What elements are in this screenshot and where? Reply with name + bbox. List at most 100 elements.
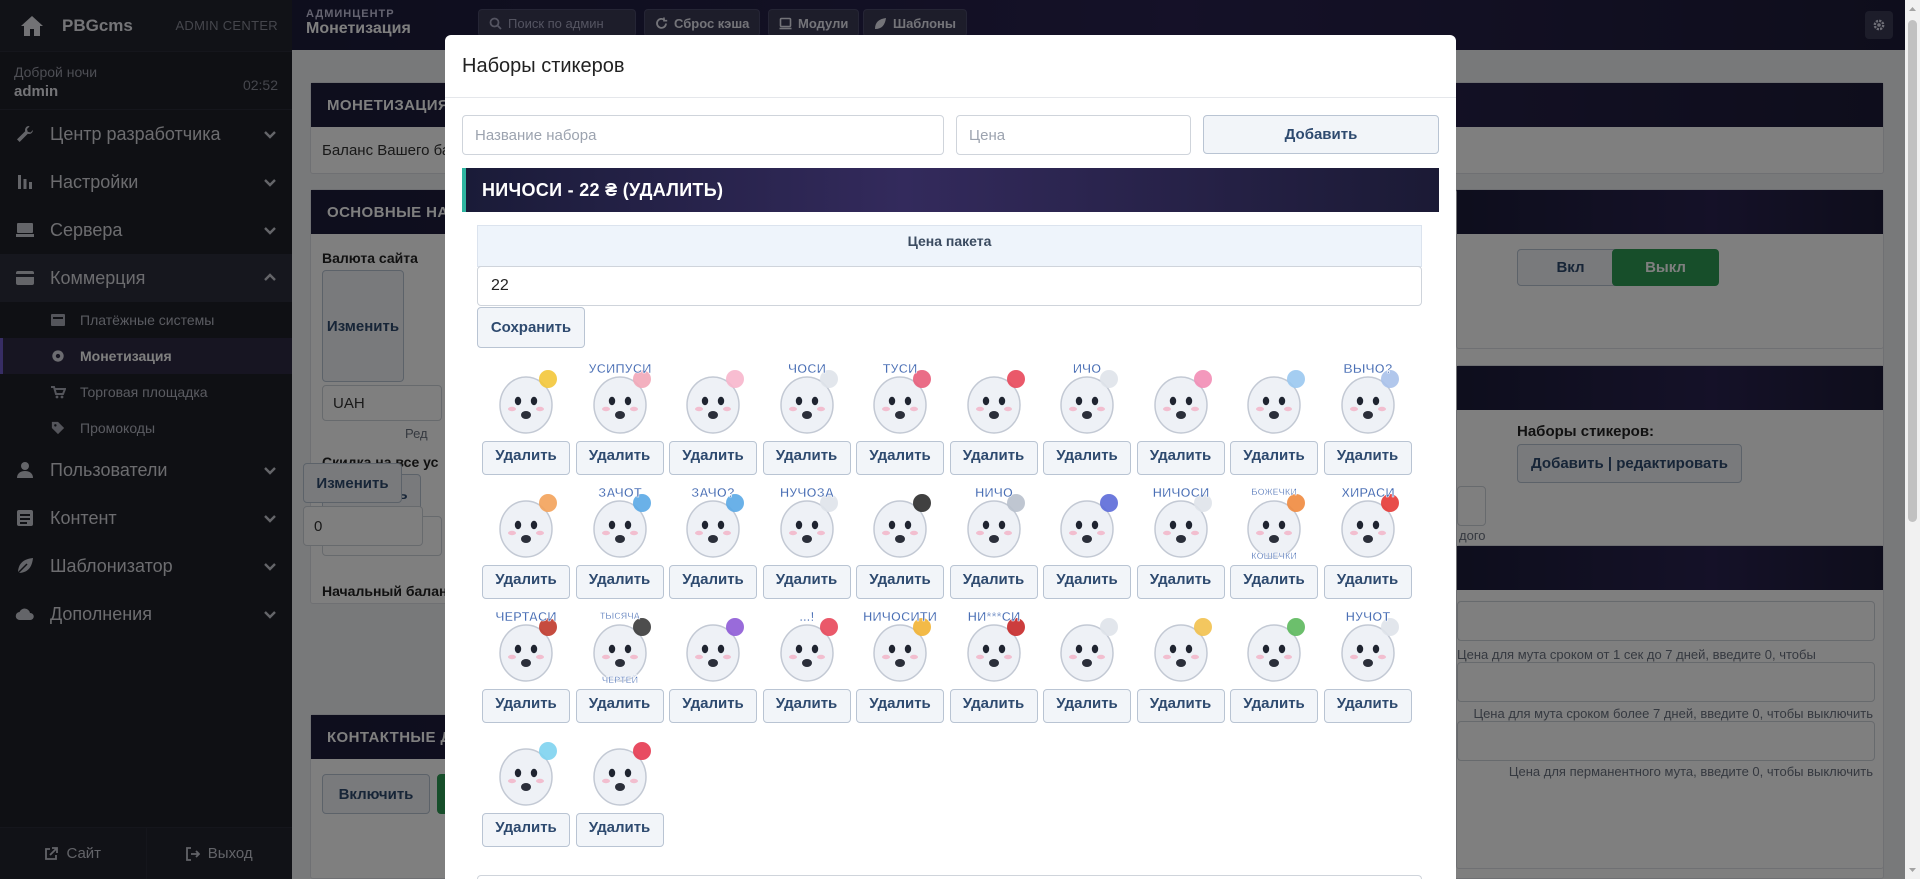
sticker-caption: ЧЕРТАСИ [495,609,556,624]
delete-sticker-button[interactable]: Удалить [1136,441,1225,475]
sticker-image [1247,370,1305,434]
sticker-image [499,742,557,806]
sticker-item: НИ***СИ Удалить [949,605,1038,725]
sticker-caption: ЗАЧО? [691,485,735,500]
sticker-item: ИЧО Удалить [1043,357,1131,477]
sticker-item: Удалить [1136,357,1225,477]
sticker-image: НИЧО [966,485,1025,558]
sticker-item: ЗАЧО? Удалить [669,481,757,601]
sticker-image: УСИПУСИ [588,361,651,434]
sticker-caption: НИ***СИ [967,609,1020,624]
delete-sticker-button[interactable]: Удалить [1323,565,1412,599]
page-scrollbar[interactable] [1905,0,1920,879]
delete-sticker-button[interactable]: Удалить [482,565,570,599]
set-price-input[interactable] [956,115,1191,155]
sticker-caption: ХИРАСИ [1341,485,1394,500]
sticker-caption: ВЫЧО? [1343,361,1392,376]
sticker-image [1060,618,1118,682]
sticker-caption: НИЧОСИ [1152,485,1209,500]
sticker-item: НИЧО Удалить [949,481,1038,601]
sticker-image: БОЖЕЧКИ КОШЕЧКИ [1247,487,1305,561]
sticker-caption: ЗАЧОТ [598,485,642,500]
save-price-button[interactable]: Сохранить [477,307,585,348]
sticker-item: Удалить [1230,605,1318,725]
sticker-image: ВЫЧО? [1340,361,1399,434]
sticker-item: Удалить [856,481,944,601]
sticker-caption: ИЧО [1073,361,1102,376]
sticker-item: ЧОСИ Удалить [762,357,851,477]
sticker-item: Удалить [1043,605,1131,725]
delete-sticker-button[interactable]: Удалить [1230,689,1318,723]
sticker-item: НУЧОТ Удалить [1323,605,1412,725]
sticker-image [1153,618,1212,682]
delete-sticker-button[interactable]: Удалить [856,565,944,599]
delete-sticker-button[interactable]: Удалить [762,689,851,723]
sticker-item: НИЧОСИТИ Удалить [856,605,944,725]
sticker-image [1060,494,1118,558]
delete-sticker-button[interactable]: Удалить [575,689,664,723]
delete-sticker-button[interactable]: Удалить [1230,441,1318,475]
delete-sticker-button[interactable]: Удалить [1043,441,1131,475]
sticker-image: ТУСИ [873,361,931,434]
sticker-item: ТУСИ Удалить [856,357,944,477]
delete-sticker-button[interactable]: Удалить [1323,441,1412,475]
sticker-item: НУЧОЗА Удалить [762,481,851,601]
delete-sticker-button[interactable]: Удалить [949,689,1038,723]
delete-sticker-button[interactable]: Удалить [1043,565,1131,599]
sticker-item: Удалить [482,357,570,477]
package-price-input[interactable]: 22 [477,266,1422,306]
delete-sticker-button[interactable]: Удалить [1136,565,1225,599]
sticker-image: НИЧОСИ [1152,485,1212,558]
sticker-image [873,494,931,558]
delete-sticker-button[interactable]: Удалить [482,689,570,723]
sticker-sets-modal: Наборы стикеров Добавить НИЧОСИ - 22 ₴ (… [445,35,1456,879]
sticker-image [499,370,557,434]
delete-sticker-button[interactable]: Удалить [669,441,757,475]
delete-sticker-button[interactable]: Удалить [949,565,1038,599]
delete-sticker-button[interactable]: Удалить [575,565,664,599]
sticker-caption: БОЖЕЧКИ [1251,487,1297,497]
delete-sticker-button[interactable]: Удалить [482,813,570,847]
sticker-image [592,742,651,806]
sticker-item: БОЖЕЧКИ КОШЕЧКИ Удалить [1230,481,1318,601]
sticker-image [1153,370,1212,434]
delete-sticker-button[interactable]: Удалить [949,441,1038,475]
delete-sticker-button[interactable]: Удалить [575,441,664,475]
sticker-caption: КОШЕЧКИ [1251,551,1297,561]
delete-sticker-button[interactable]: Удалить [856,689,944,723]
sticker-item: УСИПУСИ Удалить [575,357,664,477]
next-section-edge [477,875,1422,879]
sticker-caption: НУЧОТ [1345,609,1390,624]
sticker-image: НИЧОСИТИ [863,609,937,682]
delete-sticker-button[interactable]: Удалить [669,565,757,599]
sticker-caption: ...! [799,609,814,624]
scroll-down-icon[interactable] [1908,865,1917,875]
delete-sticker-button[interactable]: Удалить [762,441,851,475]
sticker-set-header[interactable]: НИЧОСИ - 22 ₴ (УДАЛИТЬ) [462,168,1439,212]
sticker-item: Удалить [482,481,570,601]
sticker-item: Удалить [1136,605,1225,725]
set-name-input[interactable] [462,115,944,155]
package-price-label: Цена пакета [477,225,1422,267]
delete-sticker-button[interactable]: Удалить [482,441,570,475]
sticker-image: ...! [779,609,838,682]
delete-sticker-button[interactable]: Удалить [1323,689,1412,723]
sticker-item: Удалить [669,605,757,725]
sticker-image: ХИРАСИ [1341,485,1399,558]
scroll-thumb[interactable] [1908,20,1917,522]
sticker-item: ХИРАСИ Удалить [1323,481,1412,601]
delete-sticker-button[interactable]: Удалить [856,441,944,475]
delete-sticker-button[interactable]: Удалить [575,813,664,847]
modal-title: Наборы стикеров [445,35,1456,98]
delete-sticker-button[interactable]: Удалить [669,689,757,723]
delete-sticker-button[interactable]: Удалить [1230,565,1318,599]
add-set-button[interactable]: Добавить [1203,115,1439,154]
sticker-caption: НУЧОЗА [779,485,834,500]
sticker-image: ЗАЧО? [686,485,744,558]
scroll-up-icon[interactable] [1908,4,1917,14]
sticker-item: Удалить [669,357,757,477]
delete-sticker-button[interactable]: Удалить [762,565,851,599]
delete-sticker-button[interactable]: Удалить [1043,689,1131,723]
delete-sticker-button[interactable]: Удалить [1136,689,1225,723]
sticker-image: ИЧО [1060,361,1118,434]
